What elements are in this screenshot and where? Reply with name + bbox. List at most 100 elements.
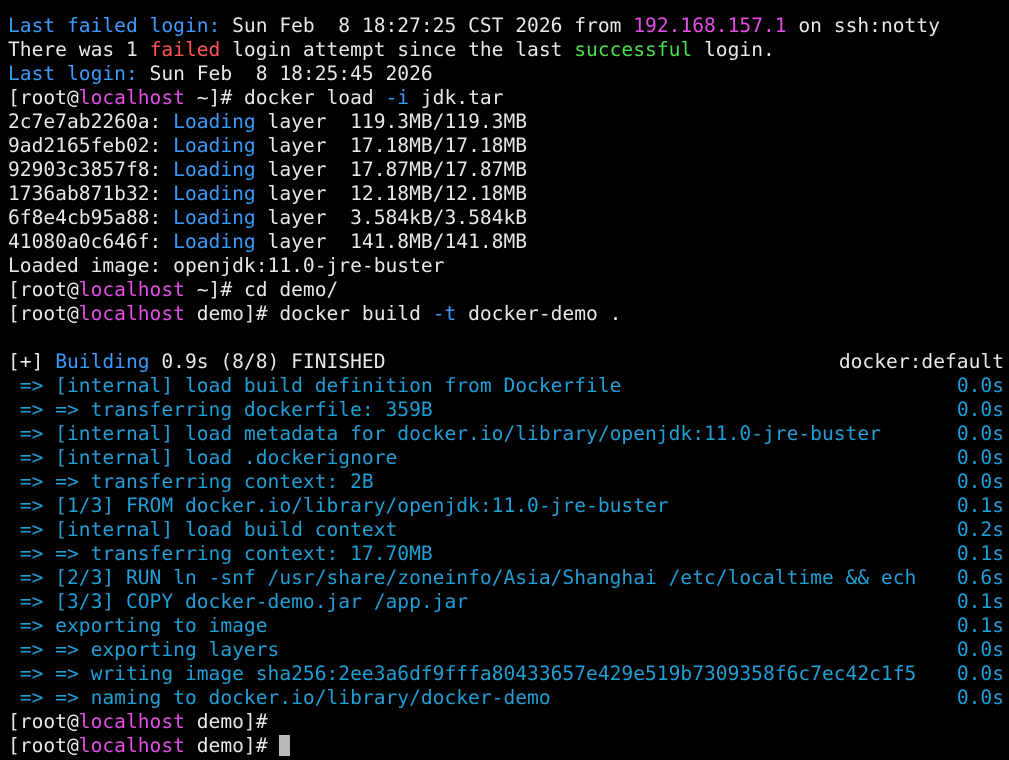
build-step-time: 0.1s	[956, 494, 1004, 517]
layer-word: layer	[255, 158, 351, 181]
build-step: => => naming to docker.io/library/docker…	[8, 686, 1004, 710]
prompt-open: [root@	[8, 710, 79, 733]
build-step-time: 0.0s	[956, 398, 1004, 421]
layer-status: Loading	[173, 158, 256, 181]
prompt-host: localhost	[78, 278, 185, 301]
prompt-host: localhost	[78, 734, 185, 757]
failed-attempts-prefix: There was 1	[8, 38, 150, 61]
build-step-text: => => transferring dockerfile: 359B	[8, 398, 433, 421]
command-line-empty: [root@localhost demo]#	[8, 710, 1009, 734]
build-step: => [2/3] RUN ln -snf /usr/share/zoneinfo…	[8, 566, 1004, 590]
build-step: => exporting to image 0.1s	[8, 614, 1004, 638]
layer-word: layer	[255, 134, 351, 157]
build-step-text: => => exporting layers	[8, 638, 280, 661]
layer-line: 92903c3857f8: Loading layer 17.87MB/17.8…	[8, 158, 1009, 182]
build-step-text: => => naming to docker.io/library/docker…	[8, 686, 551, 709]
last-failed-login-line: Last failed login: Sun Feb 8 18:27:25 CS…	[8, 14, 1009, 38]
build-step: => => transferring context: 17.70MB 0.1s	[8, 542, 1004, 566]
layer-status: Loading	[173, 182, 256, 205]
build-step-time: 0.1s	[956, 614, 1004, 637]
command-flag: -i	[385, 86, 410, 109]
build-summary: 0.9s (8/8) FINISHED	[149, 350, 386, 373]
layer-word: layer	[255, 182, 351, 205]
successful-word: successful	[574, 38, 693, 61]
prompt-open: [root@	[8, 302, 79, 325]
prompt-dir: demo]#	[184, 734, 280, 757]
prompt-dir: demo]#	[184, 302, 280, 325]
prompt-host: localhost	[78, 302, 185, 325]
loaded-image-line: Loaded image: openjdk:11.0-jre-buster	[8, 254, 445, 277]
build-step: => [1/3] FROM docker.io/library/openjdk:…	[8, 494, 1004, 518]
prompt-dir: demo]#	[184, 710, 268, 733]
layer-status: Loading	[173, 134, 256, 157]
command-line-docker-load: [root@localhost ~]# docker load -i jdk.t…	[8, 86, 1009, 110]
build-step-text: => => transferring context: 2B	[8, 470, 374, 493]
build-header-status: [+] Building 0.9s (8/8) FINISHED	[8, 350, 839, 374]
build-step-text: => [internal] load .dockerignore	[8, 446, 398, 469]
build-step-time: 0.0s	[956, 686, 1004, 709]
layer-word: layer	[255, 206, 351, 229]
build-step: => [3/3] COPY docker-demo.jar /app.jar 0.…	[8, 590, 1004, 614]
build-step-text: => [internal] load build context	[8, 518, 398, 541]
prompt-open: [root@	[8, 734, 79, 757]
command-flag: -t	[432, 302, 457, 325]
last-failed-login-label: Last failed login:	[8, 14, 221, 37]
build-step: => [internal] load .dockerignore 0.0s	[8, 446, 1004, 470]
command-line-docker-build: [root@localhost demo]# docker build -t d…	[8, 302, 1009, 326]
build-bracket: [+]	[8, 350, 56, 373]
build-step-time: 0.0s	[956, 470, 1004, 493]
failed-attempts-line: There was 1 failed login attempt since t…	[8, 38, 1009, 62]
last-login-label: Last login:	[8, 62, 138, 85]
build-step-time: 0.1s	[956, 590, 1004, 613]
build-context: docker:default	[838, 350, 1004, 373]
build-step-time: 0.0s	[956, 638, 1004, 661]
build-step-text: => => writing image sha256:2ee3a6df9fffa…	[8, 662, 917, 685]
layer-id: 9ad2165feb02:	[8, 134, 162, 157]
build-step-text: => [internal] load build definition from…	[8, 374, 622, 397]
build-step-time: 0.0s	[956, 422, 1004, 445]
build-step: => => writing image sha256:2ee3a6df9fffa…	[8, 662, 1004, 686]
build-step-text: => [internal] load metadata for docker.i…	[8, 422, 881, 445]
build-step-time: 0.1s	[956, 542, 1004, 565]
last-login-time: Sun Feb 8 18:25:45 2026	[137, 62, 433, 85]
layer-id: 41080a0c646f:	[8, 230, 162, 253]
last-failed-login-tty: on ssh:notty	[786, 14, 940, 37]
command-text: docker build	[279, 302, 433, 325]
layer-id: 1736ab871b32:	[8, 182, 162, 205]
command-line-current[interactable]: [root@localhost demo]#	[8, 734, 1009, 758]
build-step: => => transferring dockerfile: 359B 0.0s	[8, 398, 1004, 422]
build-header: [+] Building 0.9s (8/8) FINISHED docker:d…	[8, 350, 1004, 374]
build-steps-list: => [internal] load build definition from…	[8, 374, 1009, 710]
build-step-text: => [3/3] COPY docker-demo.jar /app.jar	[8, 590, 469, 613]
layer-size: 17.87MB/17.87MB	[350, 158, 528, 181]
layer-size: 119.3MB/119.3MB	[350, 110, 528, 133]
build-step-text: => => transferring context: 17.70MB	[8, 542, 433, 565]
terminal-window[interactable]: Last failed login: Sun Feb 8 18:27:25 CS…	[0, 0, 1009, 760]
prompt-host: localhost	[78, 86, 185, 109]
layer-line: 41080a0c646f: Loading layer 141.8MB/141.…	[8, 230, 1009, 254]
prompt-host: localhost	[78, 710, 185, 733]
layer-word: layer	[255, 230, 351, 253]
failed-attempts-middle: login attempt since the last	[220, 38, 575, 61]
command-arg: jdk.tar	[409, 86, 504, 109]
command-text: docker load	[243, 86, 386, 109]
build-step-time: 0.2s	[956, 518, 1004, 541]
layer-size: 3.584kB/3.584kB	[350, 206, 528, 229]
terminal-cursor[interactable]	[279, 735, 291, 756]
build-step-time: 0.6s	[956, 566, 1004, 589]
layer-line: 1736ab871b32: Loading layer 12.18MB/12.1…	[8, 182, 1009, 206]
build-step-time: 0.0s	[956, 446, 1004, 469]
building-label: Building	[55, 350, 150, 373]
layer-line: 9ad2165feb02: Loading layer 17.18MB/17.1…	[8, 134, 1009, 158]
last-login-line: Last login: Sun Feb 8 18:25:45 2026	[8, 62, 1009, 86]
build-step: => => exporting layers 0.0s	[8, 638, 1004, 662]
build-step: => [internal] load build definition from…	[8, 374, 1004, 398]
command-text: cd demo/	[243, 278, 339, 301]
layer-id: 92903c3857f8:	[8, 158, 162, 181]
command-arg: docker-demo .	[456, 302, 622, 325]
failed-attempts-suffix: login.	[692, 38, 775, 61]
layer-id: 6f8e4cb95a88:	[8, 206, 162, 229]
layer-line: 6f8e4cb95a88: Loading layer 3.584kB/3.58…	[8, 206, 1009, 230]
last-failed-login-time: Sun Feb 8 18:27:25 CST 2026 from	[220, 14, 634, 37]
